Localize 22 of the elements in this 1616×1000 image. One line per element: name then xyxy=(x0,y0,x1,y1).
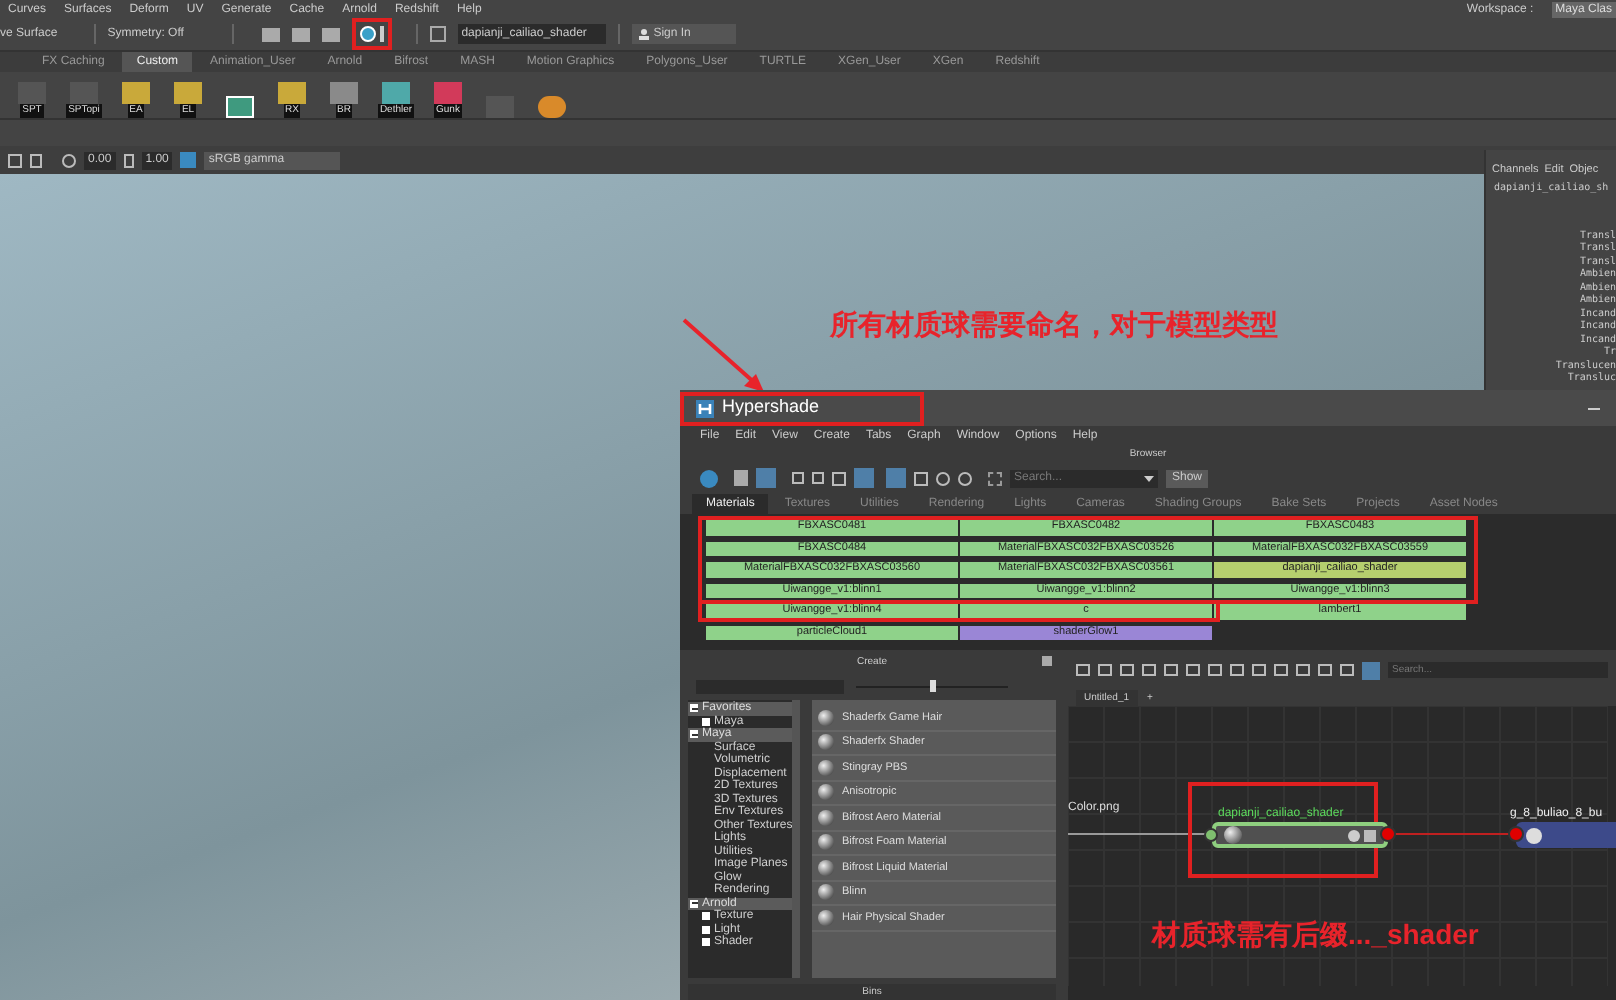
output-port[interactable] xyxy=(1380,826,1396,842)
input-port[interactable] xyxy=(1508,826,1524,842)
shader-node[interactable] xyxy=(1212,822,1388,848)
minimize-icon[interactable] xyxy=(1588,407,1600,409)
collapse-icon[interactable] xyxy=(690,899,698,908)
annotation-text: 所有材质球需要命名，对于模型类型 xyxy=(830,306,1278,344)
icon-size-slider[interactable] xyxy=(856,680,1008,692)
slider-thumb[interactable] xyxy=(929,680,935,692)
panel-icon[interactable] xyxy=(429,26,446,42)
user-icon xyxy=(637,28,650,40)
caret-icon[interactable] xyxy=(1144,475,1154,481)
node-type-icon xyxy=(1526,827,1542,843)
input-port[interactable] xyxy=(1204,828,1218,842)
expand-icon[interactable] xyxy=(702,717,710,726)
collapse-icon[interactable] xyxy=(690,730,698,739)
window-title: Hypershade xyxy=(722,394,820,421)
collapse-icon[interactable] xyxy=(690,704,698,713)
annotation-text: 材质球需有后缀..._shader xyxy=(1152,916,1479,954)
shading-group-node[interactable] xyxy=(1516,822,1616,848)
grid-toggle-icon[interactable] xyxy=(1362,661,1380,679)
hypershade-logo-icon xyxy=(696,399,714,417)
frame-icon[interactable] xyxy=(988,471,1002,485)
